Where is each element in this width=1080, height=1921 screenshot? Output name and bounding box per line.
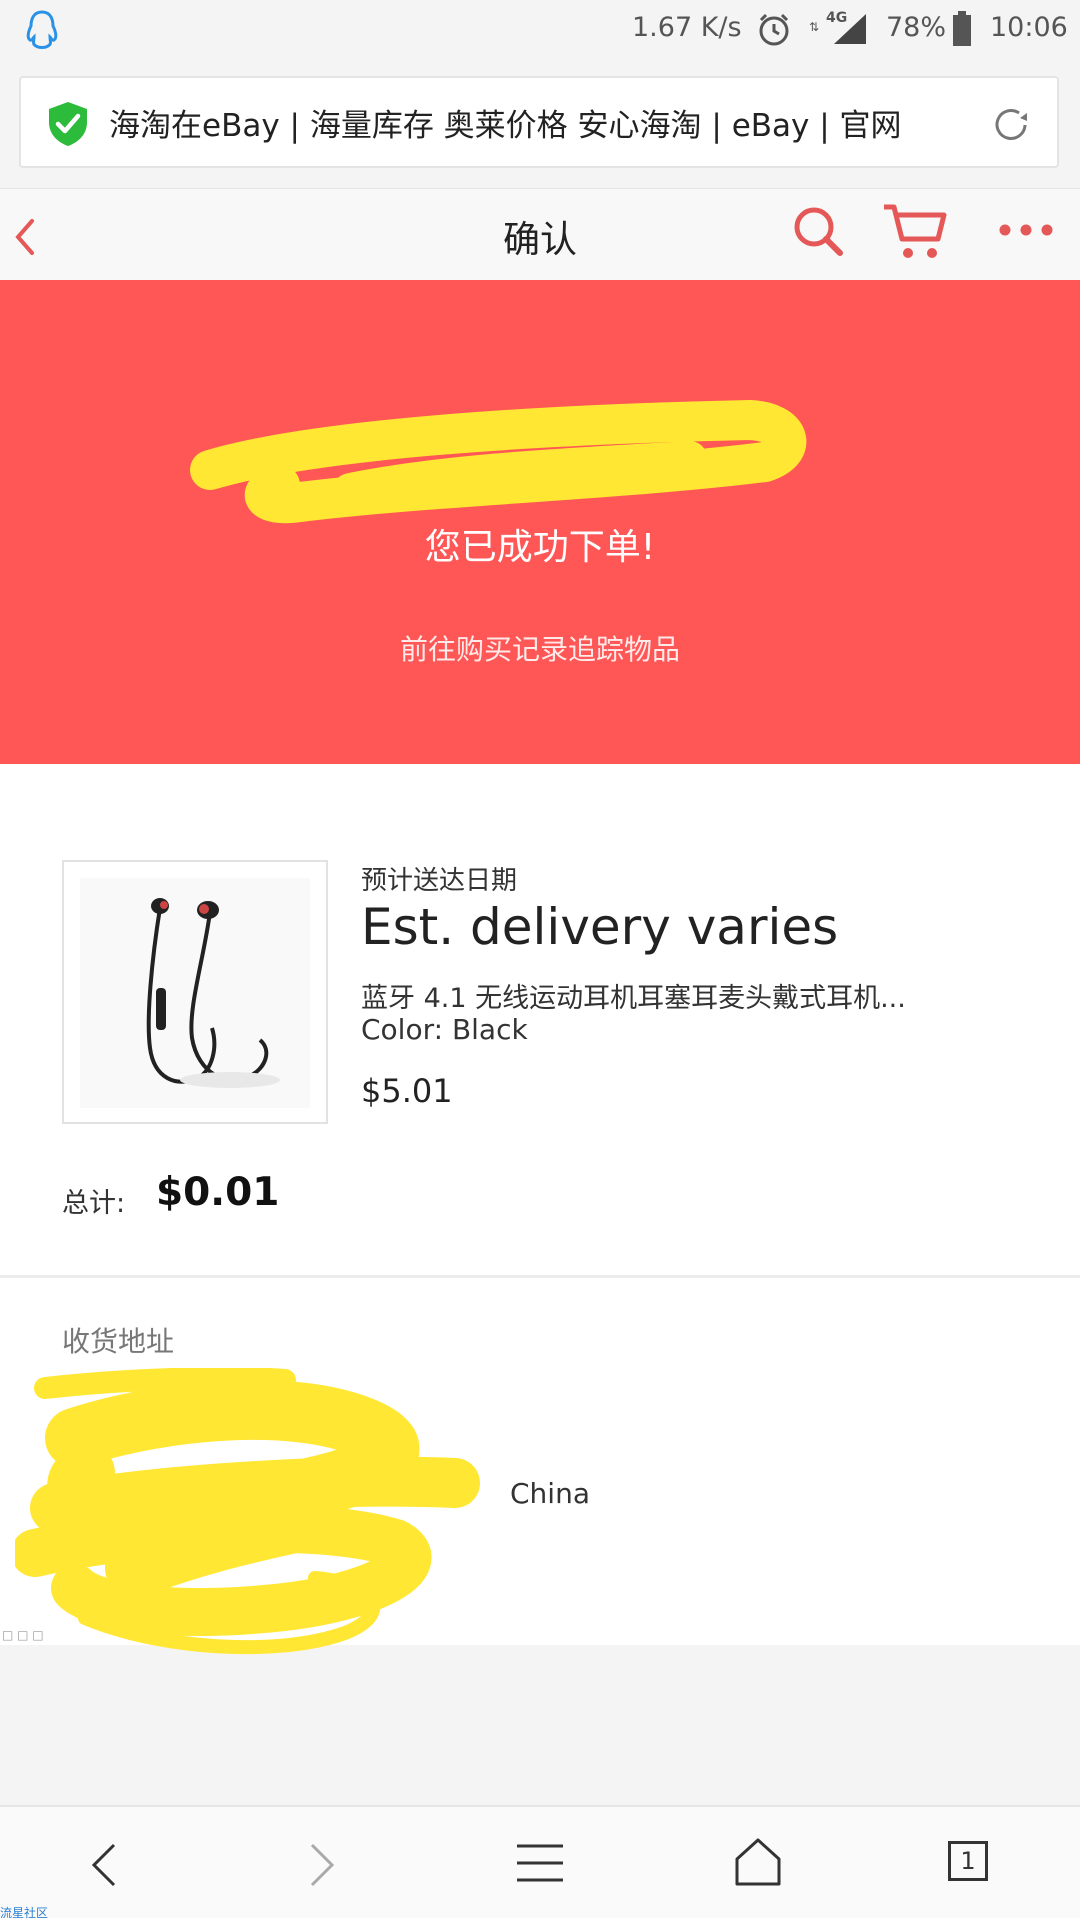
watermark: 流星社区	[0, 1906, 49, 1920]
battery-icon	[953, 11, 971, 46]
page-url-title: 海淘在eBay | 海量库存 奥莱价格 安心海淘 | eBay | 官网	[109, 108, 902, 144]
browser-tabs-button[interactable]: 1	[914, 1807, 1034, 1920]
eta-label: 预计送达日期	[361, 866, 518, 896]
browser-forward-button[interactable]	[262, 1807, 382, 1920]
eta-value: Est. delivery varies	[361, 898, 839, 956]
browser-home-button[interactable]	[697, 1807, 817, 1920]
section-divider	[0, 1275, 1080, 1278]
track-purchase-link[interactable]: 前往购买记录追踪物品	[0, 628, 1080, 668]
product-thumbnail[interactable]	[62, 860, 328, 1124]
signal-icon	[834, 14, 866, 44]
more-dots-icon[interactable]	[998, 223, 1054, 237]
item-title[interactable]: 蓝牙 4.1 无线运动耳机耳塞耳麦头戴式耳机...	[361, 976, 906, 1015]
back-arrow-icon	[91, 1843, 116, 1887]
earphones-image	[80, 878, 310, 1108]
total-label: 总计:	[62, 1188, 126, 1219]
item-price: $5.01	[361, 1072, 453, 1110]
address-bar[interactable]: 海淘在eBay | 海量库存 奥莱价格 安心海淘 | eBay | 官网	[19, 76, 1059, 168]
qq-penguin-icon	[26, 10, 58, 49]
tabs-icon: 1	[948, 1841, 988, 1881]
search-icon[interactable]	[790, 203, 846, 259]
menu-icon	[517, 1844, 563, 1882]
browser-bottom-bar: 1	[0, 1805, 1080, 1918]
page-bottom-area	[0, 1645, 1080, 1805]
shipping-address-label: 收货地址	[62, 1325, 175, 1358]
clock: 10:06	[990, 12, 1068, 43]
page-header: 确认	[0, 188, 1080, 281]
shield-check-icon	[49, 102, 87, 146]
address-redaction-scribble	[15, 1368, 480, 1655]
network-speed: 1.67 K/s	[632, 12, 742, 43]
browser-menu-button[interactable]	[480, 1807, 600, 1920]
item-color: Color: Black	[361, 1013, 528, 1046]
redaction-scribble	[190, 400, 807, 524]
updown-arrows: ⇅	[809, 20, 820, 34]
total-value: $0.01	[156, 1170, 280, 1215]
status-bar: 1.67 K/s ⇅ 4G 78% 10:06	[0, 0, 1080, 60]
alarm-icon	[759, 13, 789, 46]
reload-icon[interactable]	[989, 103, 1033, 147]
confirmation-banner: 您已成功下单! 前往购买记录追踪物品	[0, 280, 1080, 764]
browser-back-button[interactable]	[46, 1807, 166, 1920]
address-bar-wrapper: 海淘在eBay | 海量库存 奥莱价格 安心海淘 | eBay | 官网	[0, 60, 1080, 188]
forward-arrow-icon	[310, 1843, 335, 1887]
cart-icon[interactable]	[880, 201, 950, 263]
battery-percent: 78%	[886, 12, 947, 43]
home-icon	[735, 1838, 781, 1886]
